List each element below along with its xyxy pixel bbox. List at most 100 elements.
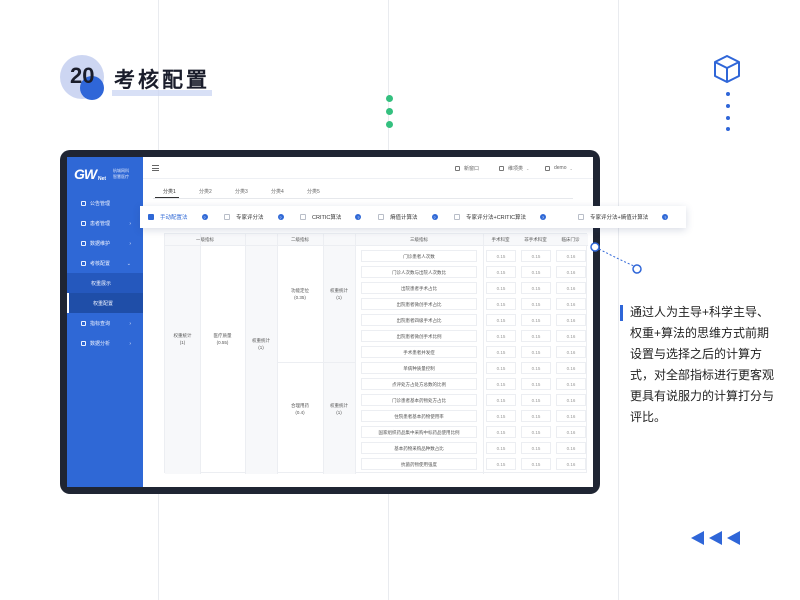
sidebar-item-data-maintenance[interactable]: 数据维护 ›: [67, 233, 143, 253]
help-icon[interactable]: ?: [355, 214, 362, 220]
weight-input[interactable]: 0.15: [521, 442, 551, 454]
level2-group-value: (0.35): [294, 295, 306, 300]
menu-toggle-icon[interactable]: [152, 165, 159, 171]
tab-category-4[interactable]: 分类4: [271, 188, 284, 195]
checkbox[interactable]: [300, 214, 306, 220]
weight-input[interactable]: 0.15: [486, 314, 516, 326]
weight-input[interactable]: 0.15: [521, 250, 551, 262]
weight-input[interactable]: 0.15: [521, 394, 551, 406]
logo-sub: Net: [98, 176, 107, 182]
method-option-critic[interactable]: CRITIC算法?: [300, 213, 362, 221]
weight-input[interactable]: 0.15: [521, 330, 551, 342]
weight-input[interactable]: 0.16: [556, 426, 586, 438]
weight-input[interactable]: 0.15: [521, 282, 551, 294]
sidebar-item-weight-config[interactable]: 权重配置: [67, 293, 143, 313]
sidebar-item-indicator-query[interactable]: 指标查询 ›: [67, 313, 143, 333]
tab-category-2[interactable]: 分类2: [199, 188, 212, 195]
sidebar-item-assessment-config[interactable]: 考核配置 ⌄: [67, 253, 143, 273]
weight-input[interactable]: 0.15: [486, 346, 516, 358]
weight-input[interactable]: 0.15: [486, 362, 516, 374]
checkbox[interactable]: [454, 214, 460, 220]
weight-input[interactable]: 0.15: [521, 298, 551, 310]
weight-input[interactable]: 0.15: [486, 330, 516, 342]
weight-input[interactable]: 0.15: [486, 442, 516, 454]
help-icon[interactable]: ?: [277, 214, 284, 220]
weight-input[interactable]: 0.15: [521, 346, 551, 358]
checkbox[interactable]: [224, 214, 230, 220]
column-header: 临床门诊: [553, 234, 588, 246]
level1-group-label: 医疗质量: [213, 333, 232, 338]
user-icon: [81, 220, 86, 226]
decor-dot: [386, 121, 393, 128]
weight-input[interactable]: 0.16: [556, 394, 586, 406]
user-menu[interactable]: demo ⌄: [545, 165, 573, 171]
help-icon[interactable]: ?: [540, 214, 547, 220]
method-option-expert-entropy[interactable]: 专家评分法+熵值计算法?: [578, 213, 669, 221]
tab-category-3[interactable]: 分类3: [235, 188, 248, 195]
method-option-manual[interactable]: 手动配置法?: [148, 213, 208, 221]
sidebar-item-notices[interactable]: 公告管理: [67, 193, 143, 213]
weight-input[interactable]: 0.15: [486, 282, 516, 294]
connector-line: [590, 242, 642, 274]
column-header: 手术科室: [483, 234, 518, 246]
role-switch-button[interactable]: 维项类 ⌄: [499, 165, 529, 172]
slide: 20 考核配置 GW Net 杭城网科 智慧医疗 公告管理 患者管理 › 数据维…: [0, 0, 800, 600]
method-option-expert-critic[interactable]: 专家评分法+CRITIC算法?: [454, 213, 547, 221]
weight-input[interactable]: 0.15: [521, 426, 551, 438]
weight-input[interactable]: 0.15: [486, 250, 516, 262]
weight-input[interactable]: 0.15: [486, 266, 516, 278]
weight-input[interactable]: 0.15: [521, 266, 551, 278]
weight-input[interactable]: 0.16: [556, 330, 586, 342]
new-window-label: 新窗口: [464, 166, 480, 172]
weight-input[interactable]: 0.15: [486, 458, 516, 470]
new-window-button[interactable]: 新窗口: [455, 165, 479, 172]
method-option-expert[interactable]: 专家评分法?: [224, 213, 284, 221]
weight-input[interactable]: 0.15: [521, 314, 551, 326]
level2-weight-cell: 权重统计 (1): [323, 279, 355, 309]
chart-icon: [81, 340, 86, 346]
level1-label: 权重统计: [173, 333, 192, 338]
indicator-name: 单病种质量控制: [361, 362, 477, 374]
method-option-entropy[interactable]: 熵值计算法?: [378, 213, 438, 221]
sidebar-item-data-analysis[interactable]: 数据分析 ›: [67, 333, 143, 353]
weight-input[interactable]: 0.15: [486, 378, 516, 390]
weight-input[interactable]: 0.16: [556, 314, 586, 326]
avatar-icon: [545, 165, 550, 171]
weight-input[interactable]: 0.16: [556, 298, 586, 310]
sidebar-item-label: 数据分析: [90, 340, 111, 347]
level1-value: (1): [179, 340, 186, 345]
sidebar-item-weight-display[interactable]: 权重展示: [67, 273, 143, 293]
weight-input[interactable]: 0.16: [556, 442, 586, 454]
table-shade: [165, 246, 200, 474]
help-icon[interactable]: ?: [431, 214, 438, 220]
weight-input[interactable]: 0.16: [556, 458, 586, 470]
weight-input[interactable]: 0.15: [486, 394, 516, 406]
weight-input[interactable]: 0.16: [556, 410, 586, 422]
weight-input[interactable]: 0.15: [486, 426, 516, 438]
column-divider: [355, 234, 356, 474]
indicator-name: 抗菌药物使用强度: [361, 458, 477, 470]
help-icon[interactable]: ?: [201, 214, 208, 220]
tab-category-5[interactable]: 分类5: [307, 188, 320, 195]
checkbox[interactable]: [378, 214, 384, 220]
weight-input[interactable]: 0.15: [521, 378, 551, 390]
chevron-right-icon: ›: [129, 241, 131, 247]
checkbox[interactable]: [578, 214, 584, 220]
level2-group-label: 合理用药: [291, 403, 309, 408]
weight-input[interactable]: 0.15: [521, 362, 551, 374]
weight-input[interactable]: 0.15: [521, 458, 551, 470]
weight-input[interactable]: 0.16: [556, 282, 586, 294]
sidebar-item-patients[interactable]: 患者管理 ›: [67, 213, 143, 233]
help-icon[interactable]: ?: [662, 214, 669, 220]
weight-input[interactable]: 0.16: [556, 250, 586, 262]
weight-input[interactable]: 0.16: [556, 378, 586, 390]
checkbox[interactable]: [148, 214, 154, 220]
weight-input[interactable]: 0.15: [486, 410, 516, 422]
weight-input[interactable]: 0.16: [556, 362, 586, 374]
weight-input[interactable]: 0.16: [556, 266, 586, 278]
weight-input[interactable]: 0.15: [521, 410, 551, 422]
weight-input[interactable]: 0.15: [486, 298, 516, 310]
weight-input[interactable]: 0.16: [556, 346, 586, 358]
tab-category-1[interactable]: 分类1: [163, 188, 176, 195]
column-header: 一级指标: [165, 234, 245, 246]
